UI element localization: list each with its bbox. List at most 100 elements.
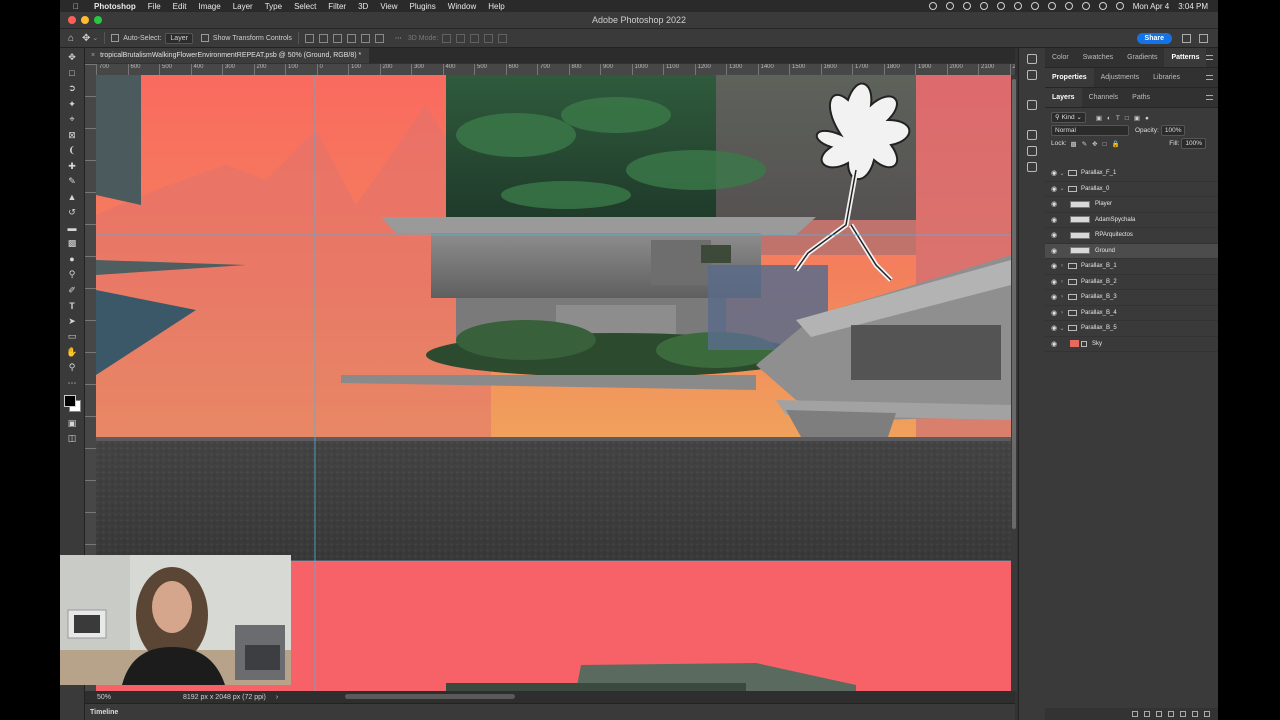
new-layer-icon[interactable]	[1192, 711, 1198, 717]
visibility-eye-icon[interactable]: ◉	[1050, 309, 1058, 317]
menu-window[interactable]: Window	[448, 2, 476, 11]
sync-icon[interactable]	[996, 2, 1005, 10]
home-icon[interactable]: ⌂	[60, 33, 82, 44]
history-brush-tool-icon[interactable]: ↺	[65, 207, 79, 219]
bluetooth-icon[interactable]	[945, 2, 954, 10]
mask-link-icon[interactable]	[1081, 340, 1087, 347]
document-info[interactable]: 8192 px x 2048 px (72 ppi)	[183, 694, 266, 701]
panel-menu-icon[interactable]	[1206, 95, 1213, 100]
tab-patterns[interactable]: Patterns	[1164, 48, 1207, 67]
tab-adjustments[interactable]: Adjustments	[1094, 68, 1147, 87]
layer-row[interactable]: ◉ Ground	[1045, 243, 1218, 259]
move-tool-icon[interactable]: ✥	[82, 33, 90, 44]
healing-brush-tool-icon[interactable]: ✚	[65, 160, 79, 172]
eyedropper-tool-icon[interactable]: ❨	[65, 145, 79, 157]
menu-help[interactable]: Help	[488, 2, 504, 11]
apple-icon[interactable]: 	[70, 2, 82, 11]
visibility-eye-icon[interactable]: ◉	[1050, 324, 1058, 332]
align-bottom-icon[interactable]	[332, 33, 342, 43]
more-options-icon[interactable]: ⋯	[395, 34, 402, 42]
blend-mode-dropdown[interactable]: Normal	[1051, 125, 1129, 136]
layer-filter-icons[interactable]: ▣◐T□▣●	[1096, 114, 1154, 122]
clone-stamp-tool-icon[interactable]: ▲	[65, 191, 79, 203]
menu-view[interactable]: View	[380, 2, 397, 11]
vertical-scroll-thumb[interactable]	[1012, 79, 1016, 529]
blur-tool-icon[interactable]: ●	[65, 253, 79, 265]
character-panel-icon[interactable]	[1027, 146, 1037, 156]
control-center-icon[interactable]	[1115, 2, 1124, 10]
share-button[interactable]: Share	[1136, 32, 1172, 44]
document-tab[interactable]: × tropicalBrutalismWalkingFlowerEnvironm…	[85, 48, 370, 63]
tab-gradients[interactable]: Gradients	[1120, 48, 1164, 67]
visibility-eye-icon[interactable]: ◉	[1050, 340, 1058, 348]
brush-tool-icon[interactable]: ✎	[65, 176, 79, 188]
menu-edit[interactable]: Edit	[173, 2, 187, 11]
visibility-eye-icon[interactable]: ◉	[1050, 278, 1058, 286]
menu-filter[interactable]: Filter	[328, 2, 346, 11]
tool-preset-chevron-icon[interactable]: ⌄	[92, 34, 98, 42]
visibility-eye-icon[interactable]: ◉	[1050, 231, 1058, 239]
timeline-label[interactable]: Timeline	[90, 709, 118, 716]
frame-tool-icon[interactable]: ⊠	[65, 129, 79, 141]
vertical-scrollbar[interactable]	[1011, 75, 1017, 691]
auto-select-dropdown[interactable]: Layer	[165, 32, 193, 44]
auto-select-checkbox[interactable]	[111, 34, 120, 42]
layer-row[interactable]: ◉ AdamSpychala	[1045, 213, 1218, 228]
tab-color[interactable]: Color	[1045, 48, 1076, 67]
menu-date[interactable]: Mon Apr 4	[1133, 2, 1169, 11]
marquee-tool-icon[interactable]: □	[65, 67, 79, 79]
swatches-panel-icon[interactable]	[1027, 70, 1037, 80]
volume-icon[interactable]	[1047, 2, 1056, 10]
layer-row[interactable]: ◉ Player	[1045, 197, 1218, 213]
tab-paths[interactable]: Paths	[1125, 88, 1157, 107]
eraser-tool-icon[interactable]: ▬	[65, 222, 79, 234]
menu-3d[interactable]: 3D	[358, 2, 368, 11]
quick-mask-icon[interactable]: ▣	[65, 417, 79, 429]
visibility-eye-icon[interactable]: ◉	[1050, 185, 1058, 193]
layer-row[interactable]: ◉ › Parallax_B_4	[1045, 306, 1218, 321]
menu-time[interactable]: 3:04 PM	[1178, 2, 1208, 11]
history-panel-icon[interactable]	[1027, 130, 1037, 140]
add-mask-icon[interactable]	[1156, 711, 1162, 717]
tab-layers[interactable]: Layers	[1045, 88, 1082, 107]
zoom-level[interactable]: 50%	[85, 694, 133, 701]
tab-channels[interactable]: Channels	[1082, 88, 1126, 107]
clock-icon[interactable]	[1013, 2, 1022, 10]
info-panel-icon[interactable]	[1027, 100, 1037, 110]
layer-row[interactable]: ◉ ⌄ Parallax_B_5	[1045, 321, 1218, 337]
menu-app[interactable]: Photoshop	[94, 2, 136, 11]
menu-type[interactable]: Type	[265, 2, 282, 11]
align-top-icon[interactable]	[304, 33, 314, 43]
screen-mode-icon[interactable]: ◫	[65, 433, 79, 445]
timeline-panel-tab[interactable]: Timeline	[85, 703, 1015, 720]
layer-row[interactable]: ◉ › Parallax_B_3	[1045, 290, 1218, 306]
edit-toolbar-icon[interactable]: ⋯	[65, 377, 79, 389]
battery-icon[interactable]	[1064, 2, 1073, 10]
horizontal-ruler[interactable]: 700 600 500 400 300 200 100 0 100 200 300 400 500 600…	[96, 64, 1015, 75]
lasso-tool-icon[interactable]: ➲	[65, 83, 79, 95]
pen-tool-icon[interactable]: ✐	[65, 284, 79, 296]
delete-layer-icon[interactable]	[1204, 711, 1210, 717]
3d-orbit-icon[interactable]	[442, 33, 452, 43]
visibility-eye-icon[interactable]: ◉	[1050, 293, 1058, 301]
tab-libraries[interactable]: Libraries	[1146, 68, 1187, 87]
opacity-field[interactable]: 100%	[1160, 125, 1186, 136]
visibility-eye-icon[interactable]: ◉	[1050, 200, 1058, 208]
layer-row[interactable]: ◉ ⌄ Parallax_0	[1045, 182, 1218, 197]
layer-row[interactable]: ◉ Sky	[1045, 337, 1218, 352]
lock-icons[interactable]: ▩✎✥□🔒	[1071, 140, 1125, 148]
paint-bucket-tool-icon[interactable]: ▩	[65, 238, 79, 250]
menu-layer[interactable]: Layer	[233, 2, 253, 11]
transform-controls-checkbox[interactable]	[200, 34, 209, 42]
visibility-eye-icon[interactable]: ◉	[1050, 262, 1058, 270]
zoom-tool-icon[interactable]: ⚲	[65, 362, 79, 374]
align-center-icon[interactable]	[360, 33, 370, 43]
align-right-icon[interactable]	[374, 33, 384, 43]
expand-chevron-icon[interactable]: ›	[1058, 310, 1066, 316]
menu-select[interactable]: Select	[294, 2, 316, 11]
visibility-eye-icon[interactable]: ◉	[1050, 169, 1058, 177]
new-group-icon[interactable]	[1180, 711, 1186, 717]
layer-row[interactable]: ◉ › Parallax_B_2	[1045, 275, 1218, 290]
crop-tool-icon[interactable]: ⌖	[65, 114, 79, 126]
layer-row[interactable]: ◉ RPArquitectos	[1045, 228, 1218, 244]
